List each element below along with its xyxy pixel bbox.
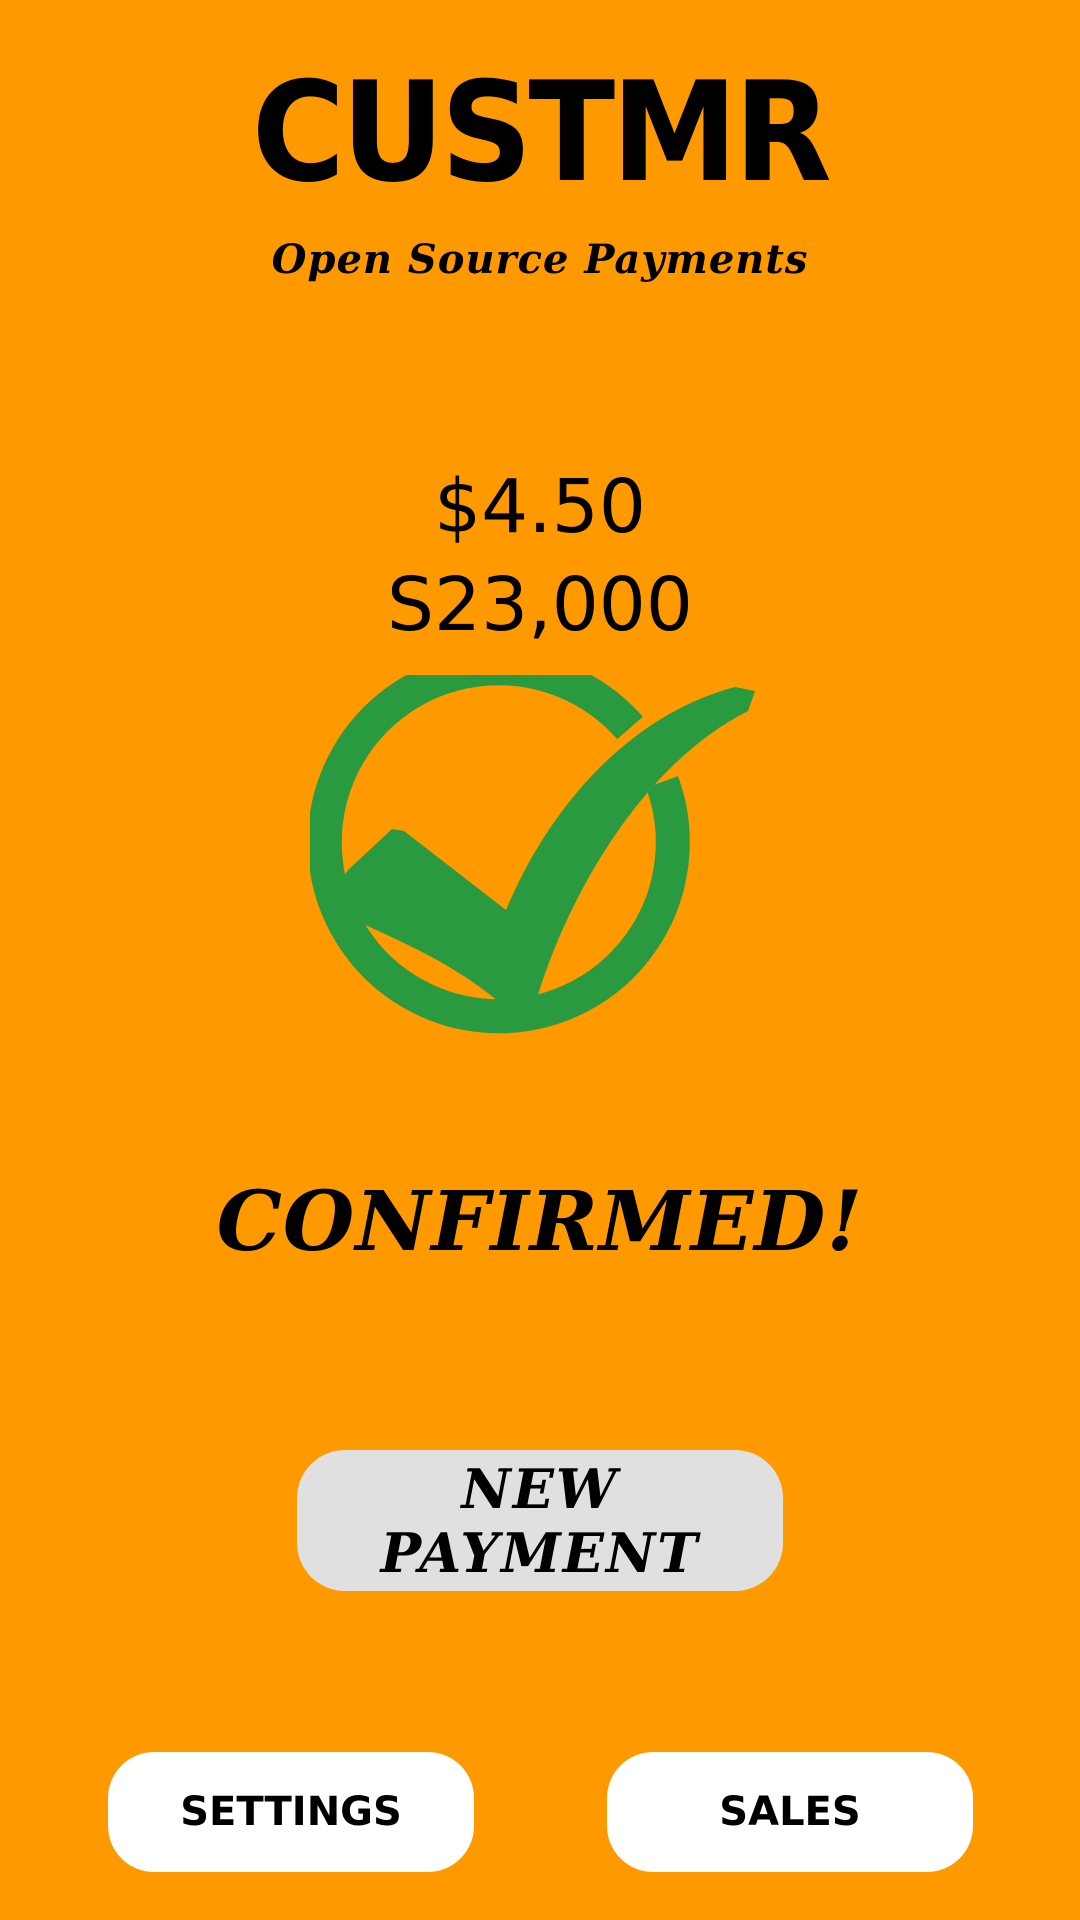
sales-button[interactable]: SALES — [607, 1752, 973, 1872]
payment-amount: $4.50 — [434, 464, 646, 550]
check-circle-icon — [307, 651, 770, 1095]
app-title: CUSTMR — [251, 52, 832, 213]
tagline: Open Source Payments — [271, 236, 809, 283]
payment-amount-converted: S23,000 — [387, 562, 693, 648]
settings-button[interactable]: SETTINGS — [108, 1752, 474, 1872]
payment-status: CONFIRMED! — [216, 1174, 864, 1270]
new-payment-button[interactable]: NEW PAYMENT — [297, 1450, 783, 1591]
